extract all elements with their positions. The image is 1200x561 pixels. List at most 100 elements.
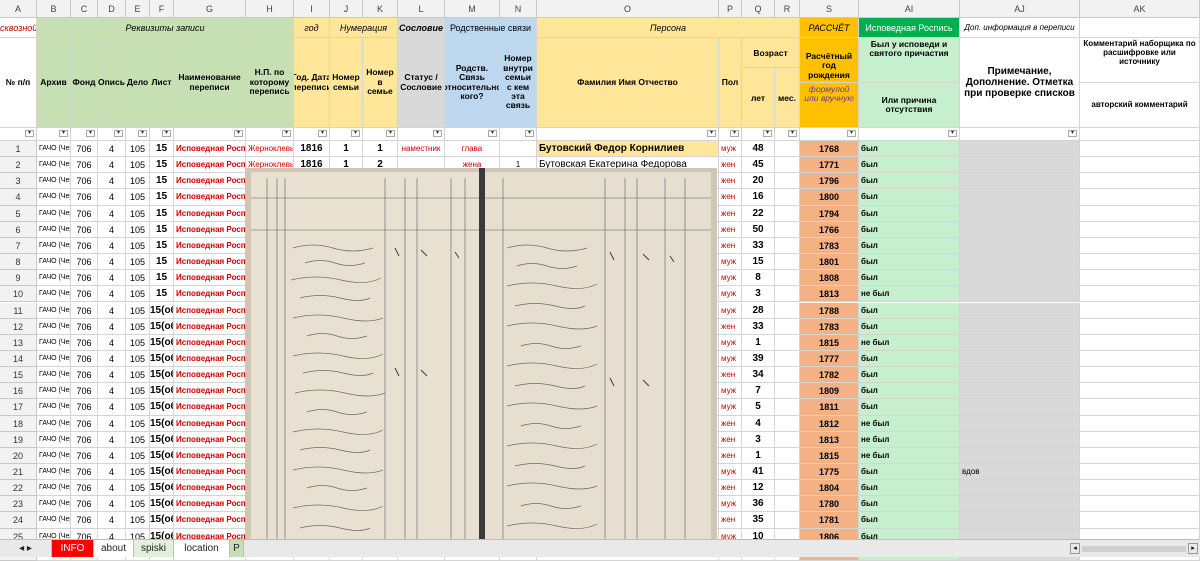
cell-b[interactable]: ГАЧО (Черн <box>37 189 71 206</box>
cell-e[interactable]: 105 <box>126 431 150 448</box>
cell-q[interactable]: 33 <box>742 237 775 255</box>
cell-b[interactable]: ГАЧО (Черн <box>37 157 71 174</box>
cell-p[interactable]: муж <box>719 399 742 416</box>
cell-b[interactable]: ГАЧО (Черн <box>37 367 71 384</box>
cell-g[interactable]: Исповедная Роспи <box>174 270 246 287</box>
cell-q[interactable]: 20 <box>742 173 775 190</box>
cell-ak[interactable] <box>1080 318 1200 335</box>
filter-dropdown-icon[interactable]: ▾ <box>138 130 147 137</box>
cell-g[interactable]: Исповедная Роспи <box>174 415 246 432</box>
cell-j[interactable]: 1 <box>330 141 363 158</box>
cell-d[interactable]: 4 <box>98 447 126 464</box>
cell-ai[interactable]: был <box>859 173 960 190</box>
cell-p[interactable]: жен <box>719 205 742 222</box>
cell-ak[interactable] <box>1080 464 1200 481</box>
cell-c[interactable]: 706 <box>71 237 98 255</box>
cell-k[interactable]: 1 <box>363 141 398 158</box>
cell-p[interactable]: жен <box>719 480 742 497</box>
cell-d[interactable]: 4 <box>98 367 126 384</box>
cell-ak[interactable] <box>1080 205 1200 222</box>
cell-s[interactable]: 1796 <box>800 173 859 190</box>
cell-f[interactable]: 15(об <box>150 302 174 319</box>
cell-ai[interactable]: был <box>859 399 960 416</box>
cell-g[interactable]: Исповедная Роспи <box>174 286 246 303</box>
filter-dropdown-icon[interactable]: ▾ <box>86 130 95 137</box>
filter-dropdown-icon[interactable]: ▾ <box>59 130 68 137</box>
column-letter-r[interactable]: R <box>775 0 800 18</box>
cell-b[interactable]: ГАЧО (Черн <box>37 415 71 432</box>
cell-d[interactable]: 4 <box>98 512 126 529</box>
cell-f[interactable]: 15(об <box>150 334 174 351</box>
cell-f[interactable]: 15(об <box>150 383 174 400</box>
cell-ak[interactable] <box>1080 302 1200 319</box>
cell-m[interactable]: глава <box>445 141 500 158</box>
cell-c[interactable]: 706 <box>71 383 98 400</box>
cell-e[interactable]: 105 <box>126 205 150 222</box>
scroll-left-arrow[interactable]: ◂ <box>1070 543 1080 554</box>
cell-aj[interactable] <box>960 383 1080 400</box>
row-number[interactable]: 3 <box>0 173 37 190</box>
cell-g[interactable]: Исповедная Роспи <box>174 447 246 464</box>
header-aj[interactable]: Примечание, Дополнение. Отметка при пров… <box>960 38 1080 128</box>
cell-q[interactable]: 5 <box>742 399 775 416</box>
cell-s[interactable]: 1801 <box>800 254 859 271</box>
cell-f[interactable]: 15 <box>150 205 174 222</box>
cell-r[interactable] <box>775 480 800 497</box>
header-h[interactable]: Н.П. по которому перепись <box>246 38 294 128</box>
filter-dropdown-icon[interactable]: ▾ <box>433 130 442 137</box>
filter-dropdown-icon[interactable]: ▾ <box>351 130 360 137</box>
cell-g[interactable]: Исповедная Роспи <box>174 173 246 190</box>
row-number[interactable]: 11 <box>0 302 37 319</box>
column-letter-ak[interactable]: AK <box>1080 0 1200 18</box>
cell-aj[interactable] <box>960 141 1080 158</box>
cell-q[interactable]: 16 <box>742 189 775 206</box>
cell-s[interactable]: 1811 <box>800 399 859 416</box>
filter-dropdown-icon[interactable]: ▾ <box>525 130 534 137</box>
row-number[interactable]: 12 <box>0 318 37 335</box>
column-letter-k[interactable]: K <box>363 0 398 18</box>
cell-p[interactable]: жен <box>719 221 742 238</box>
cell-r[interactable] <box>775 173 800 190</box>
cell-i[interactable]: 1816 <box>294 141 330 158</box>
cell-f[interactable]: 15(об <box>150 415 174 432</box>
cell-s[interactable]: 1794 <box>800 205 859 222</box>
cell-ai[interactable]: был <box>859 221 960 238</box>
header-ak-bot[interactable]: авторский комментарий <box>1080 83 1200 128</box>
cell-aj[interactable] <box>960 286 1080 303</box>
cell-q[interactable]: 50 <box>742 221 775 238</box>
cell-q[interactable]: 3 <box>742 431 775 448</box>
cell-s[interactable]: 1808 <box>800 270 859 287</box>
cell-g[interactable]: Исповедная Роспи <box>174 205 246 222</box>
cell-aj[interactable] <box>960 237 1080 255</box>
header-ai-top[interactable]: Был у исповеди и святого причастия <box>859 38 960 83</box>
row-number[interactable]: 14 <box>0 350 37 368</box>
cell-p[interactable]: муж <box>719 496 742 513</box>
cell-c[interactable]: 706 <box>71 447 98 464</box>
cell-d[interactable]: 4 <box>98 237 126 255</box>
filter-dropdown-icon[interactable]: ▾ <box>282 130 291 137</box>
cell-g[interactable]: Исповедная Роспи <box>174 141 246 158</box>
cell-ak[interactable] <box>1080 496 1200 513</box>
cell-g[interactable]: Исповедная Роспи <box>174 367 246 384</box>
cell-ai[interactable]: не был <box>859 334 960 351</box>
cell-e[interactable]: 105 <box>126 350 150 368</box>
cell-p[interactable]: жен <box>719 512 742 529</box>
cell-b[interactable]: ГАЧО (Черн <box>37 221 71 238</box>
cell-d[interactable]: 4 <box>98 431 126 448</box>
cell-g[interactable]: Исповедная Роспи <box>174 496 246 513</box>
cell-ai[interactable]: был <box>859 237 960 255</box>
cell-n2[interactable] <box>500 141 537 158</box>
cell-d[interactable]: 4 <box>98 221 126 238</box>
filter-dropdown-icon[interactable]: ▾ <box>948 130 957 137</box>
cell-ai[interactable]: не был <box>859 286 960 303</box>
cell-d[interactable]: 4 <box>98 173 126 190</box>
cell-d[interactable]: 4 <box>98 496 126 513</box>
row-number[interactable]: 18 <box>0 415 37 432</box>
cell-p[interactable]: муж <box>719 350 742 368</box>
cell-c[interactable]: 706 <box>71 367 98 384</box>
cell-p[interactable]: муж <box>719 286 742 303</box>
cell-b[interactable]: ГАЧО (Черн <box>37 302 71 319</box>
cell-f[interactable]: 15(об <box>150 496 174 513</box>
cell-e[interactable]: 105 <box>126 383 150 400</box>
cell-g[interactable]: Исповедная Роспи <box>174 157 246 174</box>
